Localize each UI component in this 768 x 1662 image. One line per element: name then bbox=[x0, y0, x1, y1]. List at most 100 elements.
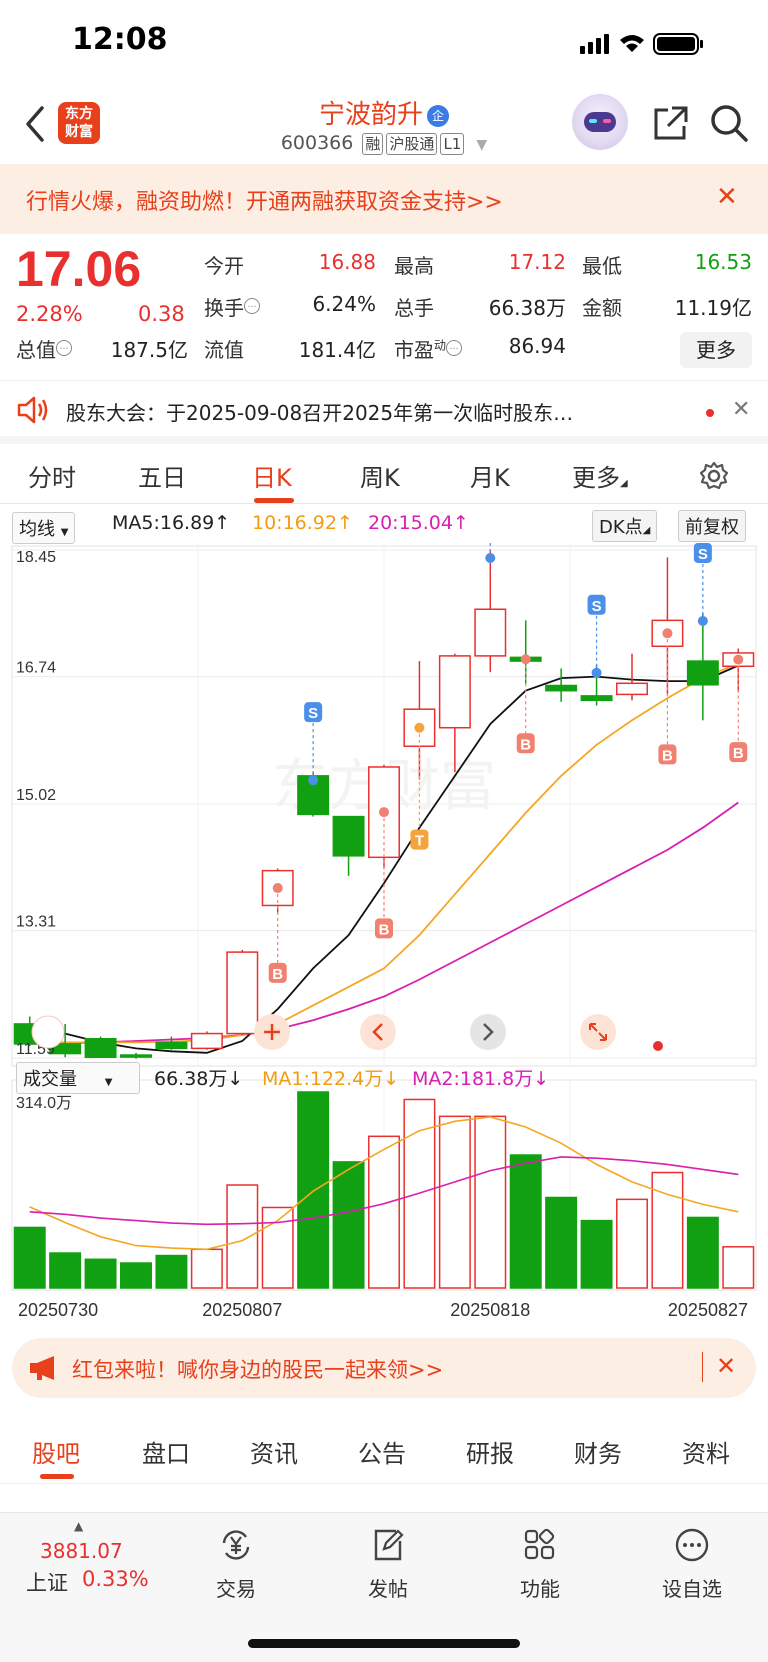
x-tick-label: 20250730 bbox=[18, 1300, 98, 1320]
red-packet-banner[interactable]: 红包来啦！喊你身边的股民一起来领>> ✕ bbox=[12, 1338, 756, 1398]
ma5-label: MA5:16.89↑ bbox=[112, 512, 231, 534]
assistant-robot-icon[interactable] bbox=[572, 94, 628, 150]
nav-trade[interactable]: 交易 bbox=[186, 1523, 286, 1602]
promo-text[interactable]: 行情火爆，融资助燃！开通两融获取资金支持>> bbox=[26, 184, 503, 216]
adjust-button[interactable]: 前复权 bbox=[678, 510, 746, 542]
y-axis-ticks: 18.4516.7415.0213.3111.59 bbox=[16, 549, 56, 1058]
volume-bar bbox=[332, 1161, 365, 1289]
change-amount: 0.38 bbox=[138, 302, 185, 326]
low-label: 最低 bbox=[582, 254, 622, 278]
volume-indicator-selector[interactable]: 成交量 ▼ bbox=[16, 1062, 140, 1094]
volume-bar bbox=[226, 1184, 259, 1289]
nav-functions[interactable]: 功能 bbox=[490, 1523, 590, 1602]
tab-intraday[interactable]: 分时 bbox=[28, 458, 76, 493]
signal-dot bbox=[485, 553, 496, 563]
volume-bar bbox=[84, 1258, 117, 1289]
tab-news[interactable]: 资讯 bbox=[250, 1434, 298, 1469]
candle-body bbox=[155, 1041, 188, 1050]
amount-value: 11.19亿 bbox=[674, 296, 752, 320]
volume-value-label: 66.38万↓ bbox=[154, 1068, 244, 1090]
scroll-right-button[interactable] bbox=[470, 1014, 506, 1050]
search-icon[interactable] bbox=[708, 102, 750, 144]
y-tick-label: 16.74 bbox=[16, 660, 56, 677]
active-tab-indicator bbox=[40, 1474, 74, 1479]
signal-dot bbox=[379, 807, 389, 818]
share-icon[interactable] bbox=[650, 104, 690, 144]
info-icon[interactable]: … bbox=[446, 340, 463, 357]
notice-text[interactable]: 股东大会：于2025-09-08召开2025年第一次临时股东… bbox=[66, 397, 666, 426]
kline-chart[interactable]: 东方财富 BSBTSBSBSB 18.4516.7415.0213.3111.5… bbox=[0, 540, 768, 1320]
open-label: 今开 bbox=[204, 254, 244, 278]
tab-announcements[interactable]: 公告 bbox=[358, 1434, 406, 1469]
fullscreen-button[interactable] bbox=[580, 1014, 616, 1050]
y-tick-label: 18.45 bbox=[16, 549, 56, 566]
volume-bar bbox=[616, 1198, 648, 1289]
status-time: 12:08 bbox=[72, 22, 168, 57]
stock-name: 宁波韵升 bbox=[318, 100, 423, 130]
notice-bar[interactable]: 股东大会：于2025-09-08召开2025年第一次临时股东… ✕ bbox=[0, 380, 768, 444]
signal-dot bbox=[591, 667, 602, 678]
candle-body bbox=[120, 1054, 152, 1058]
red-packet-text[interactable]: 红包来啦！喊你身边的股民一起来领>> bbox=[72, 1354, 443, 1384]
volume-bar bbox=[13, 1226, 46, 1289]
index-percent[interactable]: 0.33% bbox=[82, 1567, 149, 1591]
volume-bar bbox=[438, 1115, 471, 1289]
zoom-out-button[interactable] bbox=[31, 1015, 65, 1049]
live-dot bbox=[653, 1041, 663, 1051]
bottom-nav: ▲ 3881.07 上证 0.33% 交易 发帖 功能 设自选 bbox=[0, 1512, 768, 1662]
float-cap-value: 181.4亿 bbox=[298, 338, 376, 362]
tab-guba[interactable]: 股吧 bbox=[32, 1434, 80, 1469]
signal-dot bbox=[733, 654, 744, 665]
volume-bar bbox=[155, 1254, 188, 1289]
nav-add-watchlist[interactable]: 设自选 bbox=[642, 1523, 742, 1602]
status-icons bbox=[580, 33, 703, 55]
settings-gear-icon[interactable] bbox=[698, 460, 730, 492]
tab-finance[interactable]: 财务 bbox=[574, 1434, 622, 1469]
tab-five-day[interactable]: 五日 bbox=[138, 458, 186, 493]
dropdown-caret-icon[interactable]: ▼ bbox=[476, 137, 487, 153]
tab-daily-k[interactable]: 日K bbox=[252, 458, 292, 493]
ma10-label: 10:16.92↑ bbox=[252, 512, 353, 534]
stock-code: 600366 bbox=[280, 132, 354, 154]
index-value[interactable]: 3881.07 bbox=[40, 1539, 123, 1563]
signal-label: S bbox=[592, 598, 602, 615]
vol-ma2-label: MA2:181.8万↓ bbox=[412, 1068, 550, 1090]
signal-label: S bbox=[698, 546, 708, 563]
volume-bar bbox=[580, 1219, 613, 1289]
trade-yen-icon bbox=[222, 1530, 250, 1560]
index-name[interactable]: 上证 bbox=[26, 1567, 68, 1597]
info-icon[interactable]: … bbox=[56, 340, 72, 357]
float-cap-label: 流值 bbox=[204, 338, 244, 362]
nav-post[interactable]: 发帖 bbox=[338, 1523, 438, 1602]
signal-label: S bbox=[308, 705, 318, 722]
volume-bar bbox=[722, 1246, 755, 1289]
high-value: 17.12 bbox=[508, 250, 566, 274]
candle-body bbox=[616, 682, 648, 696]
tab-monthly-k[interactable]: 月K bbox=[470, 458, 510, 493]
close-icon[interactable]: ✕ bbox=[716, 1352, 736, 1380]
tab-more[interactable]: 更多◢ bbox=[572, 458, 628, 493]
tab-pankou[interactable]: 盘口 bbox=[142, 1434, 190, 1469]
info-icon[interactable]: … bbox=[244, 298, 260, 315]
signal-label: B bbox=[520, 736, 531, 753]
signal-dot bbox=[272, 883, 283, 894]
close-icon[interactable]: ✕ bbox=[716, 182, 738, 212]
tab-research[interactable]: 研报 bbox=[466, 1434, 514, 1469]
scroll-left-button[interactable] bbox=[360, 1014, 396, 1050]
close-icon[interactable]: ✕ bbox=[732, 397, 750, 422]
signal-dot bbox=[697, 615, 708, 626]
margin-promo-banner[interactable]: 行情火爆，融资助燃！开通两融获取资金支持>> ✕ bbox=[0, 164, 768, 234]
x-tick-label: 20250827 bbox=[668, 1300, 748, 1320]
more-button[interactable]: 更多 bbox=[680, 332, 752, 368]
signal-dot bbox=[520, 654, 531, 665]
signal-label: B bbox=[379, 921, 390, 938]
pe-value: 86.94 bbox=[508, 334, 566, 358]
volume-value: 66.38万 bbox=[488, 296, 566, 320]
x-tick-label: 20250807 bbox=[202, 1300, 282, 1320]
tab-profile[interactable]: 资料 bbox=[682, 1434, 730, 1469]
tab-weekly-k[interactable]: 周K bbox=[360, 458, 400, 493]
candle-body bbox=[332, 815, 365, 857]
megaphone-icon bbox=[30, 1356, 54, 1380]
amount-label: 金额 bbox=[582, 296, 622, 320]
dk-point-button[interactable]: DK点◢ bbox=[592, 510, 658, 542]
